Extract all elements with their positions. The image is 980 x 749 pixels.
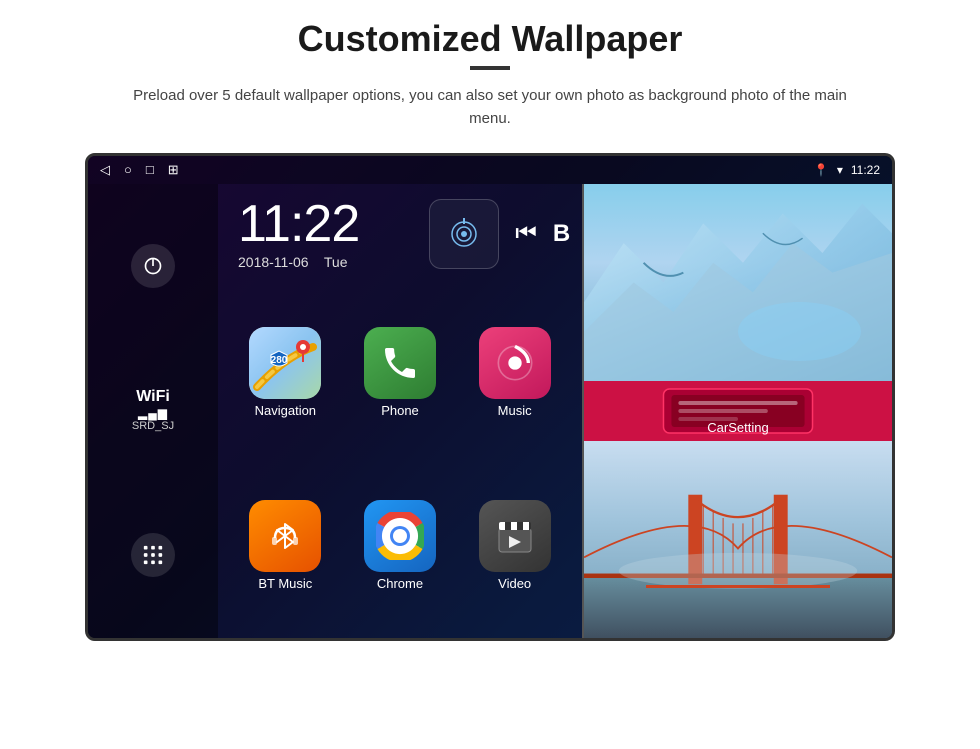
app-video[interactable]: Video: [461, 463, 568, 628]
video-label: Video: [498, 576, 531, 591]
home-nav-icon[interactable]: ○: [124, 162, 132, 177]
wifi-label: WiFi: [132, 388, 174, 406]
screen-content: WiFi ▂▄▆ SRD_SJ: [88, 184, 892, 638]
page-title: Customized Wallpaper: [298, 18, 683, 60]
back-nav-icon[interactable]: ◁: [100, 162, 110, 178]
wifi-status-icon: ▾: [837, 163, 843, 177]
device-frame: ◁ ○ □ ⊞ 📍 ▾ 11:22: [85, 153, 895, 641]
clock-date: 2018-11-06 Tue: [238, 254, 359, 270]
wallpaper-mid[interactable]: CarSetting: [584, 381, 892, 441]
wallpaper-ice[interactable]: [584, 184, 892, 381]
video-icon: [479, 500, 551, 572]
apps-grid-button[interactable]: [131, 533, 175, 577]
wallpaper-bridge[interactable]: [584, 441, 892, 638]
nav-map: 280: [249, 327, 321, 399]
left-sidebar: WiFi ▂▄▆ SRD_SJ: [88, 184, 218, 638]
android-screen: ◁ ○ □ ⊞ 📍 ▾ 11:22: [88, 156, 892, 638]
power-button[interactable]: [131, 244, 175, 288]
wp-bridge-bg: [584, 441, 892, 638]
phone-label: Phone: [381, 403, 419, 418]
music-label: Music: [498, 403, 532, 418]
nav-icons: ◁ ○ □ ⊞: [100, 162, 179, 178]
navigation-icon: 280: [249, 327, 321, 399]
prev-track-icon[interactable]: ⏮: [515, 220, 537, 248]
bluetooth-icon[interactable]: B: [553, 220, 570, 248]
chrome-icon: [364, 500, 436, 572]
clock-area: 11:22 2018-11-06 Tue: [218, 184, 582, 284]
navigation-label: Navigation: [255, 403, 316, 418]
phone-icon: [364, 327, 436, 399]
wifi-bars: ▂▄▆: [132, 406, 174, 420]
title-divider: [470, 66, 510, 70]
status-right: 📍 ▾ 11:22: [814, 163, 880, 177]
app-chrome[interactable]: Chrome: [347, 463, 454, 628]
car-setting-label: CarSetting: [584, 420, 892, 435]
app-bt-music[interactable]: BT Music: [232, 463, 339, 628]
app-music[interactable]: Music: [461, 290, 568, 455]
bt-music-label: BT Music: [258, 576, 312, 591]
music-icon: [479, 327, 551, 399]
clock-section: 11:22 2018-11-06 Tue: [238, 198, 359, 270]
right-panel: CarSetting: [582, 184, 892, 638]
radio-icon-box[interactable]: [429, 199, 499, 269]
screenshot-nav-icon[interactable]: ⊞: [168, 162, 179, 178]
app-phone[interactable]: Phone: [347, 290, 454, 455]
wifi-ssid: SRD_SJ: [132, 420, 174, 432]
wifi-info: WiFi ▂▄▆ SRD_SJ: [132, 388, 174, 432]
status-bar: ◁ ○ □ ⊞ 📍 ▾ 11:22: [88, 156, 892, 184]
clock-time: 11:22: [238, 198, 359, 250]
location-icon: 📍: [814, 163, 829, 177]
chrome-label: Chrome: [377, 576, 423, 591]
recents-nav-icon[interactable]: □: [146, 162, 154, 177]
page-subtitle: Preload over 5 default wallpaper options…: [130, 84, 850, 131]
status-time: 11:22: [851, 163, 880, 177]
top-icons: ⏮ B: [429, 199, 570, 269]
wp-ice-bg: [584, 184, 892, 381]
bt-music-icon: [249, 500, 321, 572]
svg-text:280: 280: [271, 355, 288, 366]
app-navigation[interactable]: 280 Navigation: [232, 290, 339, 455]
main-area: 11:22 2018-11-06 Tue: [218, 184, 582, 638]
apps-grid: 280 Navigation: [218, 284, 582, 638]
